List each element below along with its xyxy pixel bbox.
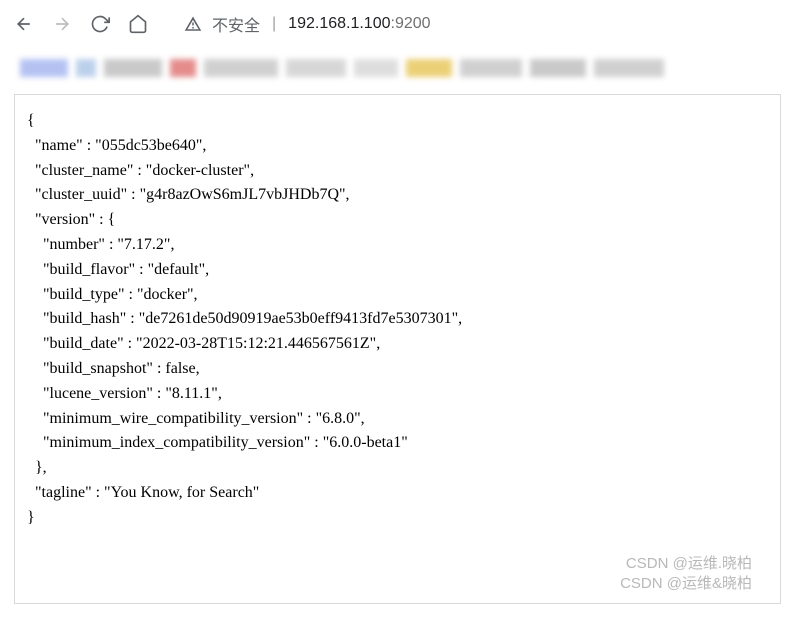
json-build-snapshot: false — [165, 360, 195, 377]
json-build-type: docker — [143, 286, 187, 303]
back-icon[interactable] — [12, 12, 36, 36]
bookmark-item[interactable] — [204, 59, 278, 77]
json-cluster-name: docker-cluster — [152, 162, 243, 179]
json-cluster-uuid: g4r8azOwS6mJL7vbJHDb7Q — [146, 186, 339, 203]
address-bar[interactable]: 不安全 | 192.168.1.100:9200 — [184, 12, 783, 36]
bookmark-item[interactable] — [104, 59, 162, 77]
home-icon[interactable] — [126, 12, 150, 36]
bookmark-item[interactable] — [354, 59, 398, 77]
bookmark-item[interactable] — [76, 59, 96, 77]
bookmarks-bar — [0, 48, 795, 88]
json-build-hash: de7261de50d90919ae53b0eff9413fd7e5307301 — [145, 310, 451, 327]
json-min-index: 6.0.0-beta1 — [329, 434, 401, 451]
not-secure-label: 不安全 — [212, 12, 260, 36]
forward-icon[interactable] — [50, 12, 74, 36]
watermark: CSDN @运维.晓柏 CSDN @运维&晓柏 — [620, 554, 752, 593]
bookmark-item[interactable] — [20, 59, 68, 77]
json-tagline: You Know, for Search — [111, 484, 253, 501]
watermark-line2: CSDN @运维&晓柏 — [620, 575, 752, 592]
reload-icon[interactable] — [88, 12, 112, 36]
json-lucene-version: 8.11.1 — [172, 385, 211, 402]
not-secure-icon — [184, 15, 202, 33]
json-name: 055dc53be640 — [102, 137, 196, 154]
bookmark-item[interactable] — [530, 59, 586, 77]
separator: | — [272, 15, 276, 33]
response-body: { "name" : "055dc53be640", "cluster_name… — [14, 94, 781, 604]
bookmark-item[interactable] — [460, 59, 522, 77]
json-version-number: 7.17.2 — [124, 236, 164, 253]
bookmark-item[interactable] — [594, 59, 664, 77]
browser-toolbar: 不安全 | 192.168.1.100:9200 — [0, 0, 795, 48]
url-host: 192.168.1.100 — [288, 15, 390, 32]
bookmark-item[interactable] — [406, 59, 452, 77]
json-min-wire: 6.8.0 — [322, 410, 354, 427]
url-port: :9200 — [391, 15, 431, 32]
url: 192.168.1.100:9200 — [288, 15, 430, 33]
json-build-date: 2022-03-28T15:12:21.446567561Z — [143, 335, 370, 352]
bookmark-item[interactable] — [286, 59, 346, 77]
json-build-flavor: default — [154, 261, 198, 278]
bookmark-item[interactable] — [170, 59, 196, 77]
watermark-line1: CSDN @运维.晓柏 — [626, 555, 752, 572]
